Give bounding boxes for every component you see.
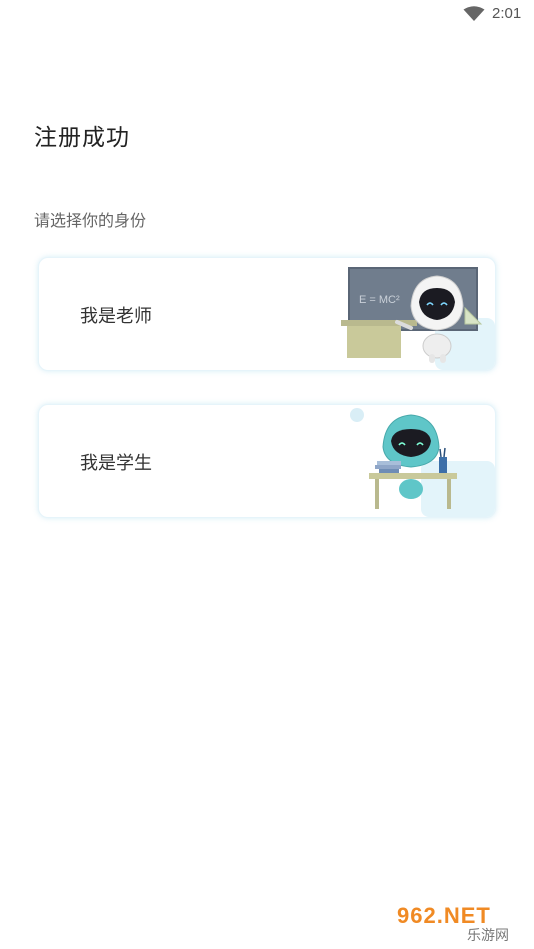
- identity-prompt: 请选择你的身份: [34, 211, 147, 230]
- status-bar: 2:01: [0, 0, 534, 28]
- student-robot-icon: [350, 408, 495, 517]
- wifi-icon: [463, 6, 485, 21]
- watermark-subtitle: 乐游网: [467, 927, 509, 943]
- teacher-role-label: 我是老师: [80, 306, 152, 327]
- watermark-logo: 962.NET 乐游网: [397, 903, 529, 943]
- status-time: 2:01: [492, 5, 522, 22]
- board-formula: E = MC²: [359, 294, 400, 306]
- teacher-role-card[interactable]: 我是老师 E = MC²: [38, 257, 496, 371]
- page-title: 注册成功: [34, 125, 130, 151]
- student-role-label: 我是学生: [80, 453, 152, 474]
- teacher-robot-icon: E = MC²: [341, 267, 495, 370]
- student-role-card[interactable]: 我是学生: [38, 404, 496, 518]
